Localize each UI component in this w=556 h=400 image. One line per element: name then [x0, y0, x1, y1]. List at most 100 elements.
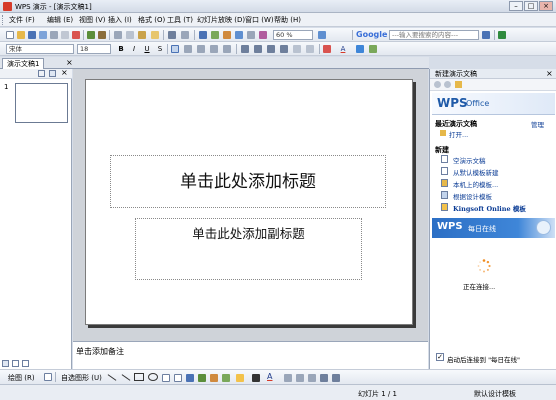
search-input[interactable]: ---输入要搜索的内容---	[389, 30, 479, 40]
bold-button[interactable]: B	[116, 44, 126, 54]
search-icon[interactable]	[482, 31, 490, 39]
expand-icon[interactable]	[247, 31, 255, 39]
startup-connect-checkbox[interactable]: ✓	[436, 353, 444, 361]
format-painter-icon[interactable]	[151, 31, 159, 39]
online-template-link[interactable]: Kingsoft Online 模板	[453, 203, 526, 213]
cut-icon[interactable]	[114, 31, 122, 39]
decrease-indent-icon[interactable]	[267, 45, 275, 53]
menu-insert[interactable]: 插入 (I)	[108, 15, 132, 25]
spellcheck-icon[interactable]	[87, 31, 95, 39]
title-placeholder[interactable]: 单击此处添加标题	[110, 155, 386, 208]
tab-document[interactable]: 演示文稿1	[2, 58, 45, 69]
menu-tools[interactable]: 工具 (T)	[167, 15, 193, 25]
wordart-icon[interactable]	[186, 374, 194, 382]
picture-icon[interactable]	[222, 374, 230, 382]
increase-indent-icon[interactable]	[280, 45, 288, 53]
new-slide-icon[interactable]	[369, 45, 377, 53]
arrow-tool-icon[interactable]	[121, 374, 131, 381]
align-right-icon[interactable]	[197, 45, 205, 53]
help-icon[interactable]	[318, 31, 326, 39]
print-preview-icon[interactable]	[61, 31, 69, 39]
decrease-font-icon[interactable]	[306, 45, 314, 53]
draw-menu-button[interactable]: 绘图 (R)	[8, 373, 35, 383]
diagram-icon[interactable]	[198, 374, 206, 382]
slideshow-view-icon[interactable]	[22, 360, 29, 367]
copy-icon[interactable]	[126, 31, 134, 39]
line-spacing-icon[interactable]	[323, 45, 331, 53]
increase-font-icon[interactable]	[293, 45, 301, 53]
local-templates-link[interactable]: 本机上的模板...	[453, 179, 498, 189]
align-left-icon[interactable]	[171, 45, 179, 53]
italic-button[interactable]: I	[129, 44, 139, 54]
numbering-icon[interactable]	[241, 45, 249, 53]
font-select[interactable]: 宋体	[6, 44, 74, 54]
textbox-tool-icon[interactable]	[162, 374, 170, 382]
maximize-button[interactable]: □	[524, 1, 538, 11]
distribute-icon[interactable]	[223, 45, 231, 53]
forward-icon[interactable]	[444, 81, 451, 88]
menu-help[interactable]: 帮助 (H)	[274, 15, 301, 25]
line-style-icon[interactable]	[284, 374, 292, 382]
clipart-icon[interactable]	[210, 374, 218, 382]
select-pointer-icon[interactable]	[44, 373, 52, 381]
subtitle-placeholder[interactable]: 单击此处添加副标题	[135, 218, 362, 280]
shadow-button[interactable]: S	[155, 44, 165, 54]
redo-icon[interactable]	[181, 31, 189, 39]
menu-file[interactable]: 文件 (F)	[9, 15, 35, 25]
google-options-icon[interactable]	[498, 31, 506, 39]
new-from-default-link[interactable]: 从默认模板新建	[453, 167, 499, 177]
minimize-button[interactable]: –	[509, 1, 523, 11]
pdf-export-icon[interactable]	[72, 31, 80, 39]
insert-chart-icon[interactable]	[199, 31, 207, 39]
close-pane-icon[interactable]: ×	[61, 68, 68, 77]
undo-icon[interactable]	[168, 31, 176, 39]
home-icon[interactable]	[455, 81, 462, 88]
color-grayscale-icon[interactable]	[259, 31, 267, 39]
sorter-view-icon[interactable]	[12, 360, 19, 367]
menu-edit[interactable]: 编辑 (E)	[47, 15, 73, 25]
autoshapes-button[interactable]: 自选图形 (U)	[61, 373, 102, 383]
rectangle-tool-icon[interactable]	[134, 373, 144, 381]
font-size-select[interactable]: 18	[77, 44, 111, 54]
notes-pane[interactable]: 单击添加备注	[73, 341, 428, 369]
font-color-button[interactable]: A	[338, 44, 348, 54]
email-icon[interactable]	[39, 31, 47, 39]
slide-thumbnail[interactable]	[15, 83, 68, 123]
justify-icon[interactable]	[210, 45, 218, 53]
save-icon[interactable]	[28, 31, 36, 39]
insert-hyperlink-icon[interactable]	[235, 31, 243, 39]
paste-icon[interactable]	[138, 31, 146, 39]
close-tab-icon[interactable]: ×	[66, 58, 73, 67]
bullets-icon[interactable]	[254, 45, 262, 53]
menu-format[interactable]: 格式 (O)	[138, 15, 165, 25]
print-icon[interactable]	[50, 31, 58, 39]
ellipse-tool-icon[interactable]	[148, 373, 158, 381]
normal-view-icon[interactable]	[2, 360, 9, 367]
research-icon[interactable]	[98, 31, 106, 39]
design-template-link[interactable]: 根据设计模板	[453, 191, 492, 201]
new-icon[interactable]	[6, 31, 14, 39]
open-icon[interactable]	[17, 31, 25, 39]
design-icon[interactable]	[356, 45, 364, 53]
align-center-icon[interactable]	[184, 45, 192, 53]
open-link[interactable]: 打开...	[449, 129, 468, 139]
line-tool-icon[interactable]	[107, 374, 117, 381]
manage-link[interactable]: 管理	[531, 119, 544, 129]
3d-style-icon[interactable]	[332, 374, 340, 382]
menu-window[interactable]: 窗口 (W)	[245, 15, 274, 25]
arrow-style-icon[interactable]	[308, 374, 316, 382]
close-task-pane-icon[interactable]: ×	[546, 69, 553, 79]
menu-view[interactable]: 视图 (V)	[79, 15, 105, 25]
zoom-select[interactable]: 60 %	[273, 30, 313, 40]
outline-view-icon[interactable]	[38, 70, 45, 77]
shadow-style-icon[interactable]	[320, 374, 328, 382]
dash-style-icon[interactable]	[296, 374, 304, 382]
new-blank-link[interactable]: 空演示文稿	[453, 155, 486, 165]
draw-font-color-button[interactable]: A	[267, 372, 272, 381]
back-icon[interactable]	[434, 81, 441, 88]
close-button[interactable]: ×	[539, 1, 553, 11]
vertical-textbox-icon[interactable]	[174, 374, 182, 382]
fill-color-icon[interactable]	[236, 374, 244, 382]
line-color-icon[interactable]	[252, 374, 260, 382]
slide-canvas[interactable]: 单击此处添加标题 单击此处添加副标题	[85, 79, 413, 325]
